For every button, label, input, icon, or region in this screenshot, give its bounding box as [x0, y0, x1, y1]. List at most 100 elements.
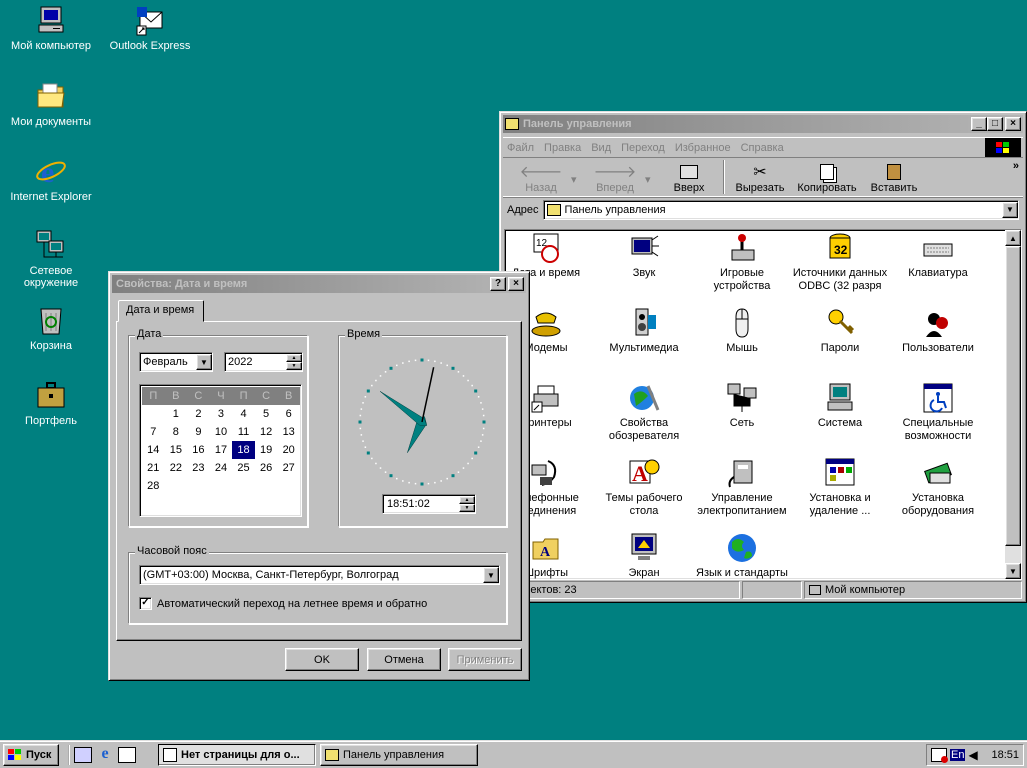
show-desktop-icon[interactable]	[74, 747, 92, 763]
calendar-day[interactable]: 24	[210, 459, 233, 477]
calendar-day[interactable]: 16	[187, 441, 210, 459]
apply-button[interactable]: Применить	[448, 648, 522, 671]
calendar-day[interactable]: 20	[277, 441, 300, 459]
calendar-day[interactable]: 26	[255, 459, 278, 477]
cp-item[interactable]: Свойства обозревателя	[595, 382, 693, 443]
dst-checkbox-row[interactable]: ✓ Автоматический переход на летнее время…	[139, 597, 427, 610]
clock-time[interactable]: 18:51	[991, 749, 1019, 761]
cp-item[interactable]: Язык и стандарты	[693, 532, 791, 579]
month-select[interactable]: Февраль ▼	[139, 352, 213, 372]
calendar-day-selected[interactable]: 18	[232, 441, 255, 459]
calendar-day[interactable]: 23	[187, 459, 210, 477]
dialog-titlebar[interactable]: Свойства: Дата и время ? ×	[112, 275, 526, 293]
cp-item[interactable]: Экран	[595, 532, 693, 579]
desktop-icon-my-documents[interactable]: Мои документы	[8, 80, 94, 128]
calendar-day[interactable]: 4	[232, 405, 255, 423]
cp-item[interactable]: Игровые устройства	[693, 232, 791, 293]
time-spin-buttons[interactable]: ▲ ▼	[459, 496, 475, 512]
calendar-day[interactable]: 7	[142, 423, 165, 441]
language-indicator[interactable]: En	[950, 749, 966, 761]
cp-item[interactable]: 32 Источники данных ODBC (32 разря	[791, 232, 889, 293]
calendar-day[interactable]: 25	[232, 459, 255, 477]
maximize-button[interactable]: □	[987, 117, 1003, 131]
cp-item[interactable]: Управление электропитанием	[693, 457, 791, 518]
volume-icon[interactable]: ◀	[968, 748, 977, 762]
ok-button[interactable]: OK	[285, 648, 359, 671]
cut-button[interactable]: ✂ Вырезать	[729, 164, 791, 194]
back-button[interactable]: 🡐 Назад	[511, 164, 571, 194]
cp-item[interactable]: Пароли	[791, 307, 889, 355]
calendar-day[interactable]: 28	[142, 477, 165, 495]
close-button[interactable]: ×	[1005, 117, 1021, 131]
menu-edit[interactable]: Правка	[544, 142, 581, 154]
up-button[interactable]: Вверх	[659, 165, 719, 194]
year-spin-buttons[interactable]: ▲ ▼	[286, 354, 302, 370]
time-spinner[interactable]: 18:51:02 ▲ ▼	[382, 494, 476, 514]
desktop-icon-internet-explorer[interactable]: e Internet Explorer	[8, 155, 94, 203]
year-down-button[interactable]: ▼	[286, 362, 302, 370]
menu-file[interactable]: Файл	[507, 142, 534, 154]
calendar-day[interactable]: 3	[210, 405, 233, 423]
calendar-day[interactable]: 1	[165, 405, 188, 423]
outlook-small-icon[interactable]	[118, 747, 136, 763]
cp-item[interactable]: Система	[791, 382, 889, 430]
address-dropdown-button[interactable]: ▼	[1002, 201, 1018, 218]
address-field[interactable]: Панель управления ▼	[542, 199, 1019, 220]
month-dropdown-button[interactable]: ▼	[196, 354, 212, 370]
desktop-icon-outlook[interactable]: Outlook Express	[107, 4, 193, 52]
menu-go[interactable]: Переход	[621, 142, 665, 154]
time-down-button[interactable]: ▼	[459, 504, 475, 512]
cp-item[interactable]: Специальные возможности	[889, 382, 987, 443]
scroll-thumb[interactable]	[1005, 246, 1021, 546]
calendar-day[interactable]: 5	[255, 405, 278, 423]
cp-item[interactable]: A Темы рабочего стола	[595, 457, 693, 518]
copy-button[interactable]: Копировать	[791, 164, 863, 194]
timezone-dropdown-button[interactable]: ▼	[483, 567, 499, 583]
taskbar-item-control-panel[interactable]: Панель управления	[320, 744, 478, 766]
menu-view[interactable]: Вид	[591, 142, 611, 154]
scheduler-icon[interactable]	[931, 748, 948, 763]
forward-dropdown-icon[interactable]: ▾	[645, 173, 659, 186]
calendar-day[interactable]: 9	[187, 423, 210, 441]
forward-button[interactable]: 🡒 Вперед	[585, 164, 645, 194]
calendar-day[interactable]: 17	[210, 441, 233, 459]
menu-help[interactable]: Справка	[741, 142, 784, 154]
calendar-day[interactable]: 13	[277, 423, 300, 441]
calendar-day[interactable]: 10	[210, 423, 233, 441]
back-dropdown-icon[interactable]: ▾	[571, 173, 585, 186]
desktop-icon-briefcase[interactable]: Портфель	[8, 379, 94, 427]
control-panel-titlebar[interactable]: Панель управления _ □ ×	[503, 115, 1023, 133]
internet-explorer-small-icon[interactable]: e	[96, 746, 114, 764]
desktop-icon-my-computer[interactable]: Мой компьютер	[8, 4, 94, 52]
cp-item[interactable]: Пользователи	[889, 307, 987, 355]
dialog-close-button[interactable]: ×	[508, 277, 524, 291]
scroll-up-button[interactable]: ▲	[1005, 230, 1021, 246]
calendar-day[interactable]: 8	[165, 423, 188, 441]
desktop-icon-recycle-bin[interactable]: Корзина	[8, 304, 94, 352]
scroll-down-button[interactable]: ▼	[1005, 563, 1021, 579]
menu-favorites[interactable]: Избранное	[675, 142, 731, 154]
time-up-button[interactable]: ▲	[459, 496, 475, 504]
desktop-icon-network[interactable]: Сетевое окружение	[8, 229, 94, 289]
paste-button[interactable]: Вставить	[863, 164, 925, 194]
tab-date-time[interactable]: Дата и время	[118, 300, 204, 322]
calendar-day[interactable]: 19	[255, 441, 278, 459]
timezone-select[interactable]: (GMT+03:00) Москва, Санкт-Петербург, Вол…	[139, 565, 500, 585]
cp-item[interactable]: Установка и удаление ...	[791, 457, 889, 518]
calendar-day[interactable]: 27	[277, 459, 300, 477]
calendar-day[interactable]: 14	[142, 441, 165, 459]
year-spinner[interactable]: 2022 ▲ ▼	[224, 352, 303, 372]
minimize-button[interactable]: _	[971, 117, 987, 131]
cp-item[interactable]: Звук	[595, 232, 693, 280]
cp-item[interactable]: Установка оборудования	[889, 457, 987, 518]
toolbar-chevron-icon[interactable]: »	[1013, 160, 1019, 172]
dst-checkbox[interactable]: ✓	[139, 597, 152, 610]
cancel-button[interactable]: Отмена	[367, 648, 441, 671]
cp-item[interactable]: Сеть	[693, 382, 791, 430]
calendar-day[interactable]: 11	[232, 423, 255, 441]
calendar-day[interactable]: 21	[142, 459, 165, 477]
cp-item[interactable]: Клавиатура	[889, 232, 987, 280]
calendar-day[interactable]: 15	[165, 441, 188, 459]
start-button[interactable]: Пуск	[3, 744, 59, 766]
year-up-button[interactable]: ▲	[286, 354, 302, 362]
